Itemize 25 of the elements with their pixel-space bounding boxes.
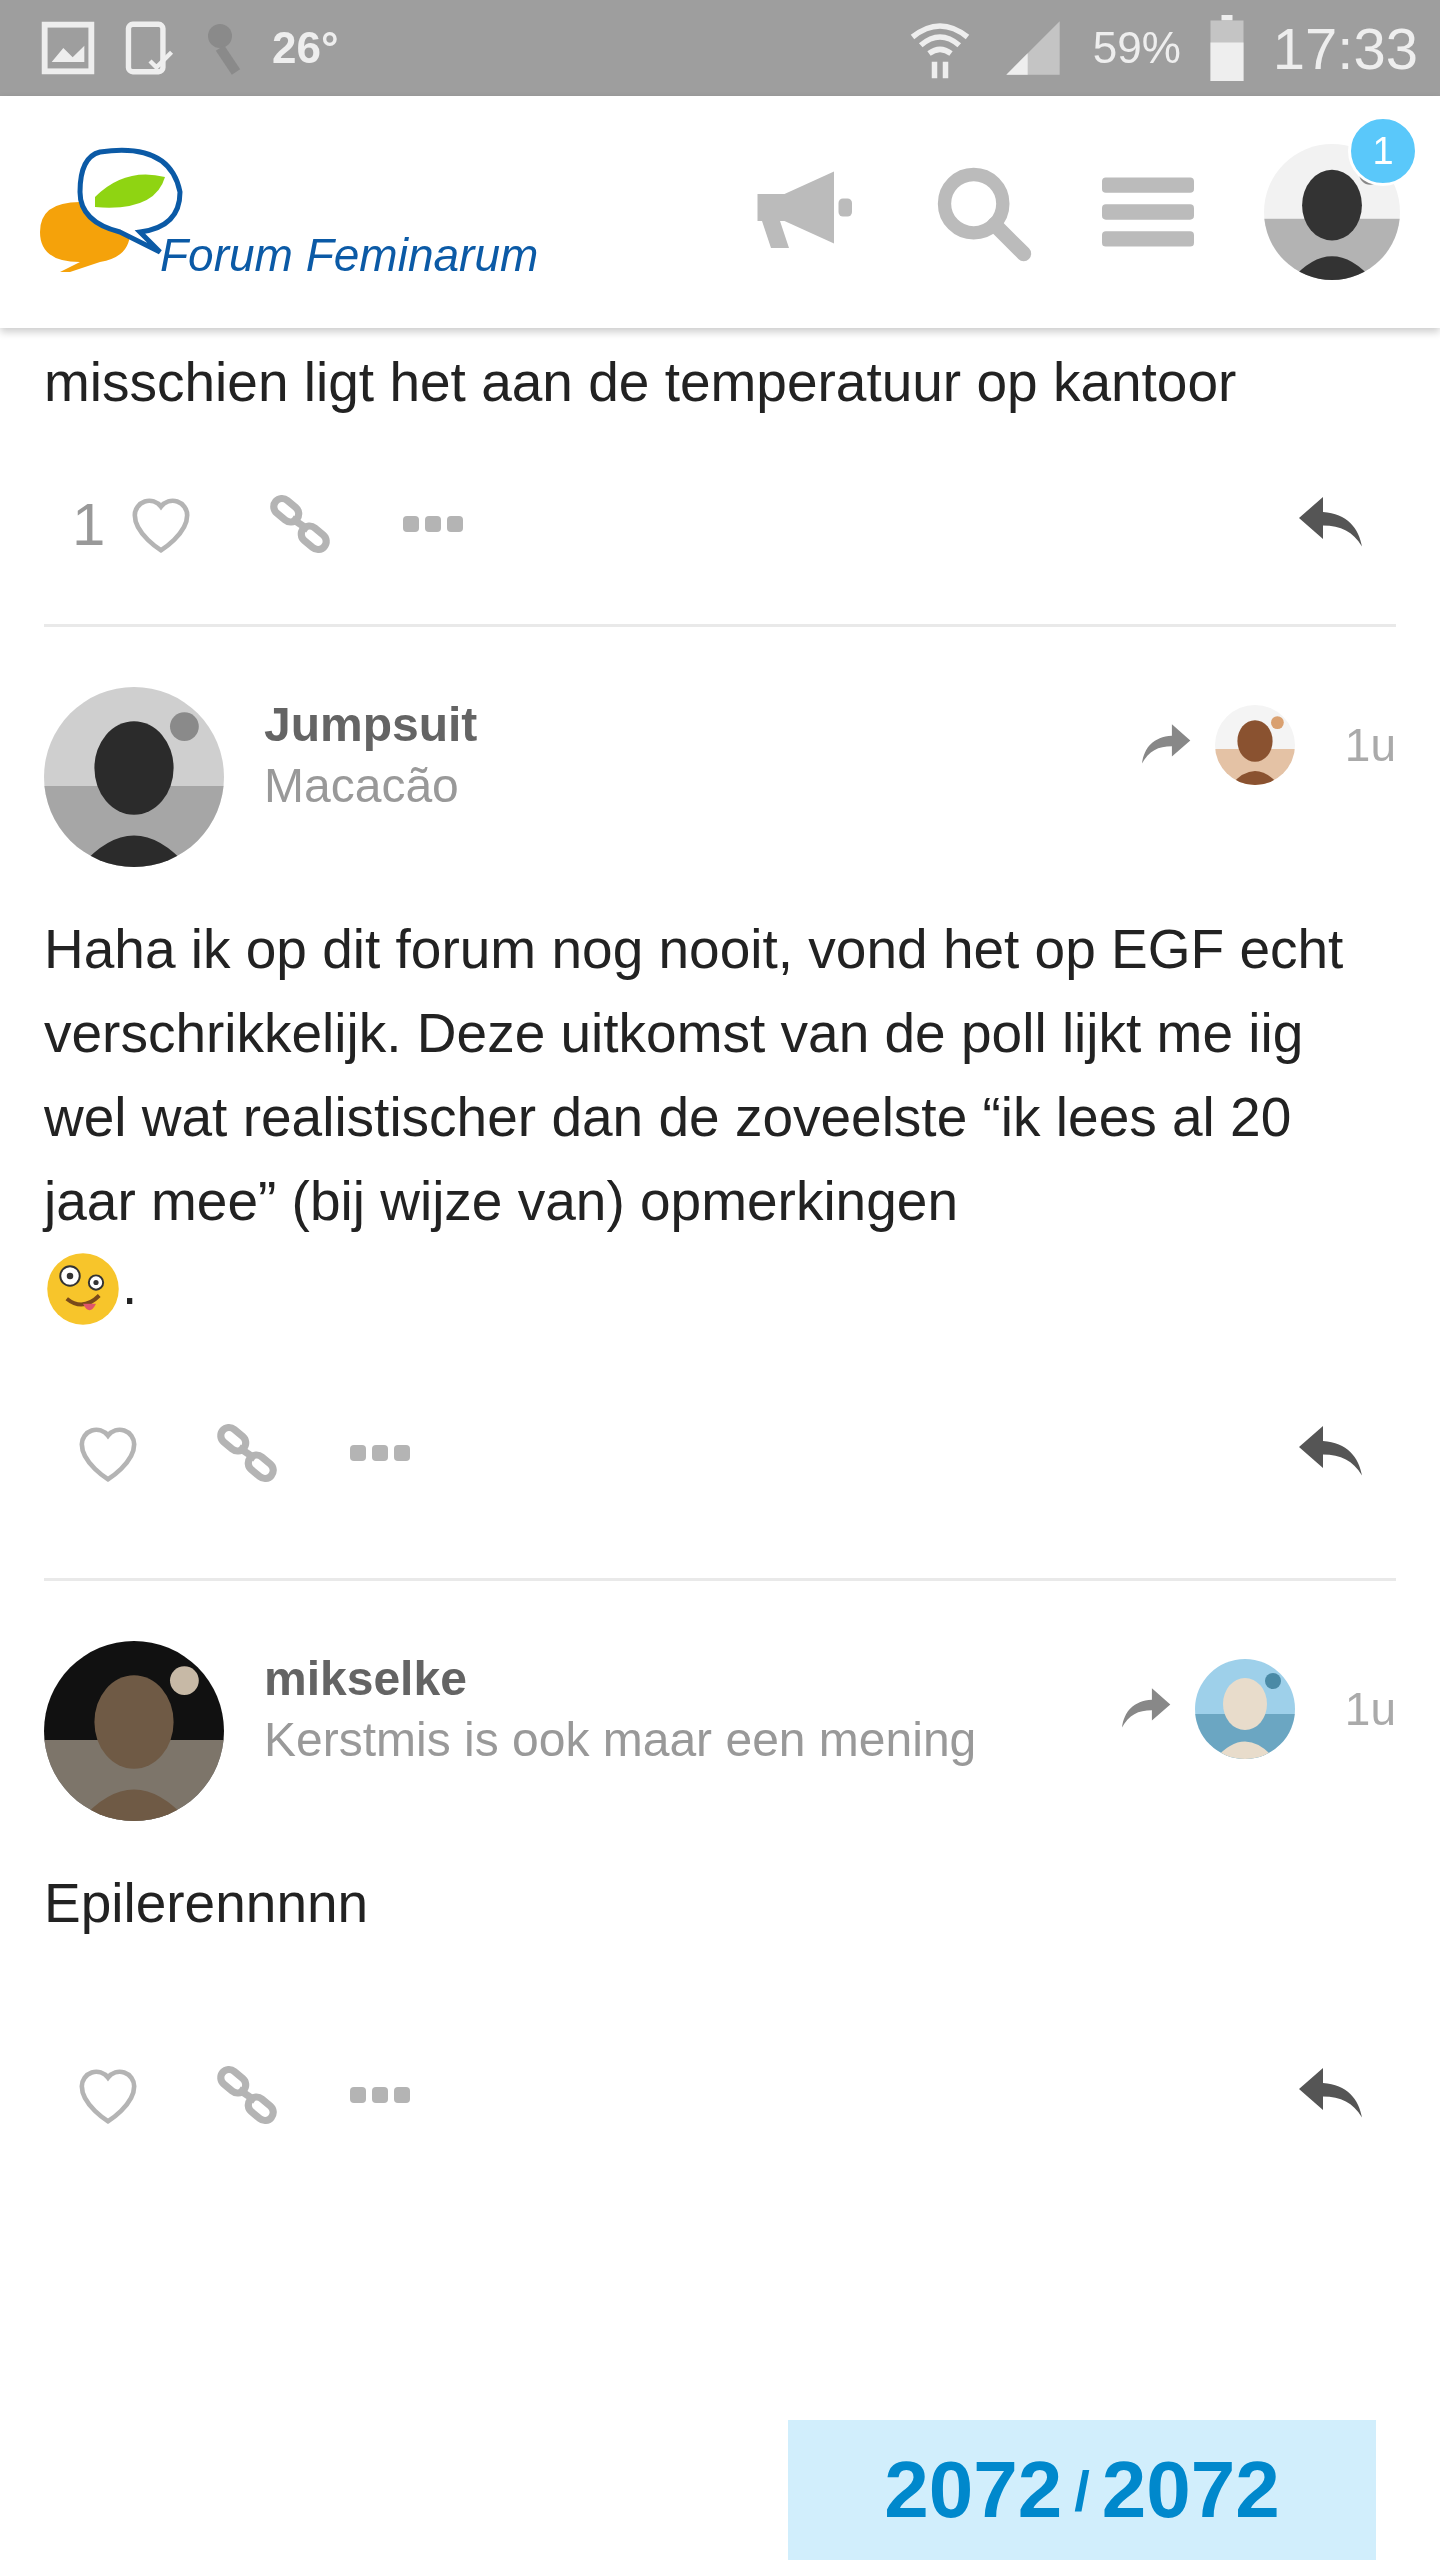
post-progress-indicator[interactable]: 2072/2072 [788, 2420, 1376, 2560]
like-count: 1 [72, 489, 106, 559]
gallery-icon [40, 20, 96, 76]
battery-percentage: 59% [1092, 23, 1181, 73]
more-icon[interactable] [350, 1443, 410, 1464]
post-text-end: . [122, 1254, 138, 1316]
battery-icon [1208, 15, 1245, 81]
clock: 17:33 [1272, 14, 1418, 82]
more-icon[interactable] [403, 514, 464, 534]
post-time: 1u [1344, 1682, 1396, 1737]
username[interactable]: mikselke [264, 1651, 1077, 1707]
username[interactable]: Jumpsuit [264, 697, 1097, 752]
post-time: 1u [1344, 718, 1396, 772]
temperature: 26° [272, 23, 339, 73]
post-text: misschien ligt het aan de temperatuur op kantoor [44, 350, 1238, 415]
progress-separator: / [1074, 2457, 1090, 2523]
tablet-check-icon [124, 20, 176, 76]
post-text: Epilerennnnn [44, 1872, 369, 1935]
logo-text[interactable]: Forum Feminarum [160, 228, 539, 282]
total-post-number: 2072 [1101, 2444, 1280, 2536]
post-text: Haha ik op dit forum nog nooit, vond het op EGF echt verschrikkelijk. Deze uitkomst van de poll lijkt me iig wel wat realistischer dan de zoveelste “ik lees al 20 jaar mee” (bij wijze van) opmerkingen [44, 918, 1344, 1232]
current-post-number: 2072 [884, 2444, 1063, 2536]
user-title: Kerstmis is ook maar een mening [264, 1712, 978, 1768]
more-icon[interactable] [350, 2085, 410, 2106]
user-title: Macacão [264, 758, 460, 813]
